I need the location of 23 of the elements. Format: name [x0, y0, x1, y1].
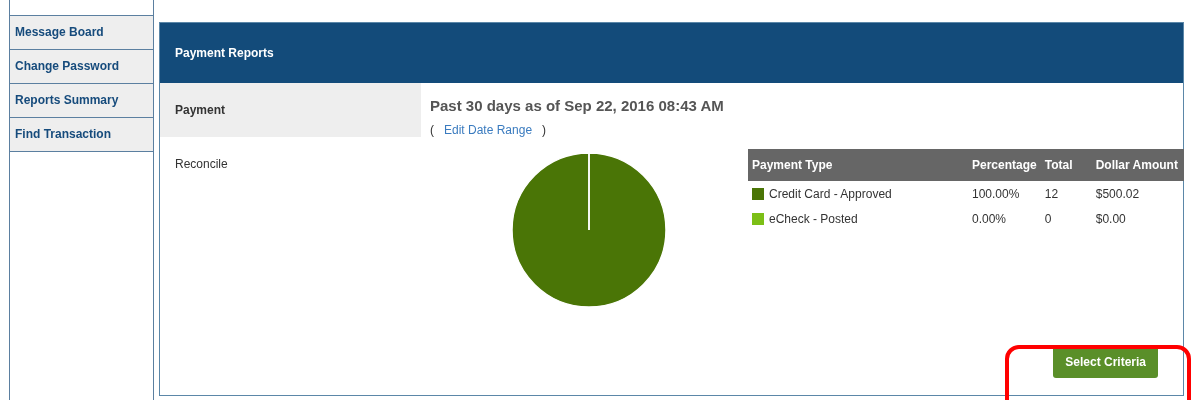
panel-title: Payment Reports — [175, 45, 274, 62]
paren-text: ) — [542, 122, 547, 137]
column-header: Percentage — [968, 148, 1041, 181]
report-heading: Past 30 days as of Sep 22, 2016 08:43 AM — [430, 96, 725, 116]
sidebar-link[interactable]: Change Password — [10, 49, 153, 83]
table-cell: eCheck - Posted — [769, 211, 858, 226]
sidebar-link[interactable]: Find Transaction — [10, 117, 153, 152]
table-cell-text: 0 — [1043, 210, 1053, 228]
sidebar-link[interactable]: Message Board — [10, 15, 153, 49]
column-header: Total — [1040, 148, 1092, 181]
edit-date-range-link[interactable]: Edit Date Range — [444, 122, 533, 137]
column-header: Payment Type — [748, 148, 968, 181]
report-tab[interactable]: Reconcile — [160, 137, 421, 191]
table-cell: $500.02 — [1091, 180, 1184, 206]
paren-text: ( — [430, 122, 434, 137]
table-cell-text: $0.00 — [1094, 210, 1127, 228]
table-cell-text: 0.00% — [971, 210, 1008, 228]
table-cell: 100.00% — [968, 180, 1041, 206]
table-cell: 12 — [1040, 180, 1092, 206]
column-header: Dollar Amount — [1091, 148, 1184, 181]
table-cell: Credit Card - Approved — [769, 186, 892, 201]
report-tab[interactable]: Payment — [160, 83, 421, 137]
sidebar-link[interactable]: Reports Summary — [10, 83, 153, 117]
